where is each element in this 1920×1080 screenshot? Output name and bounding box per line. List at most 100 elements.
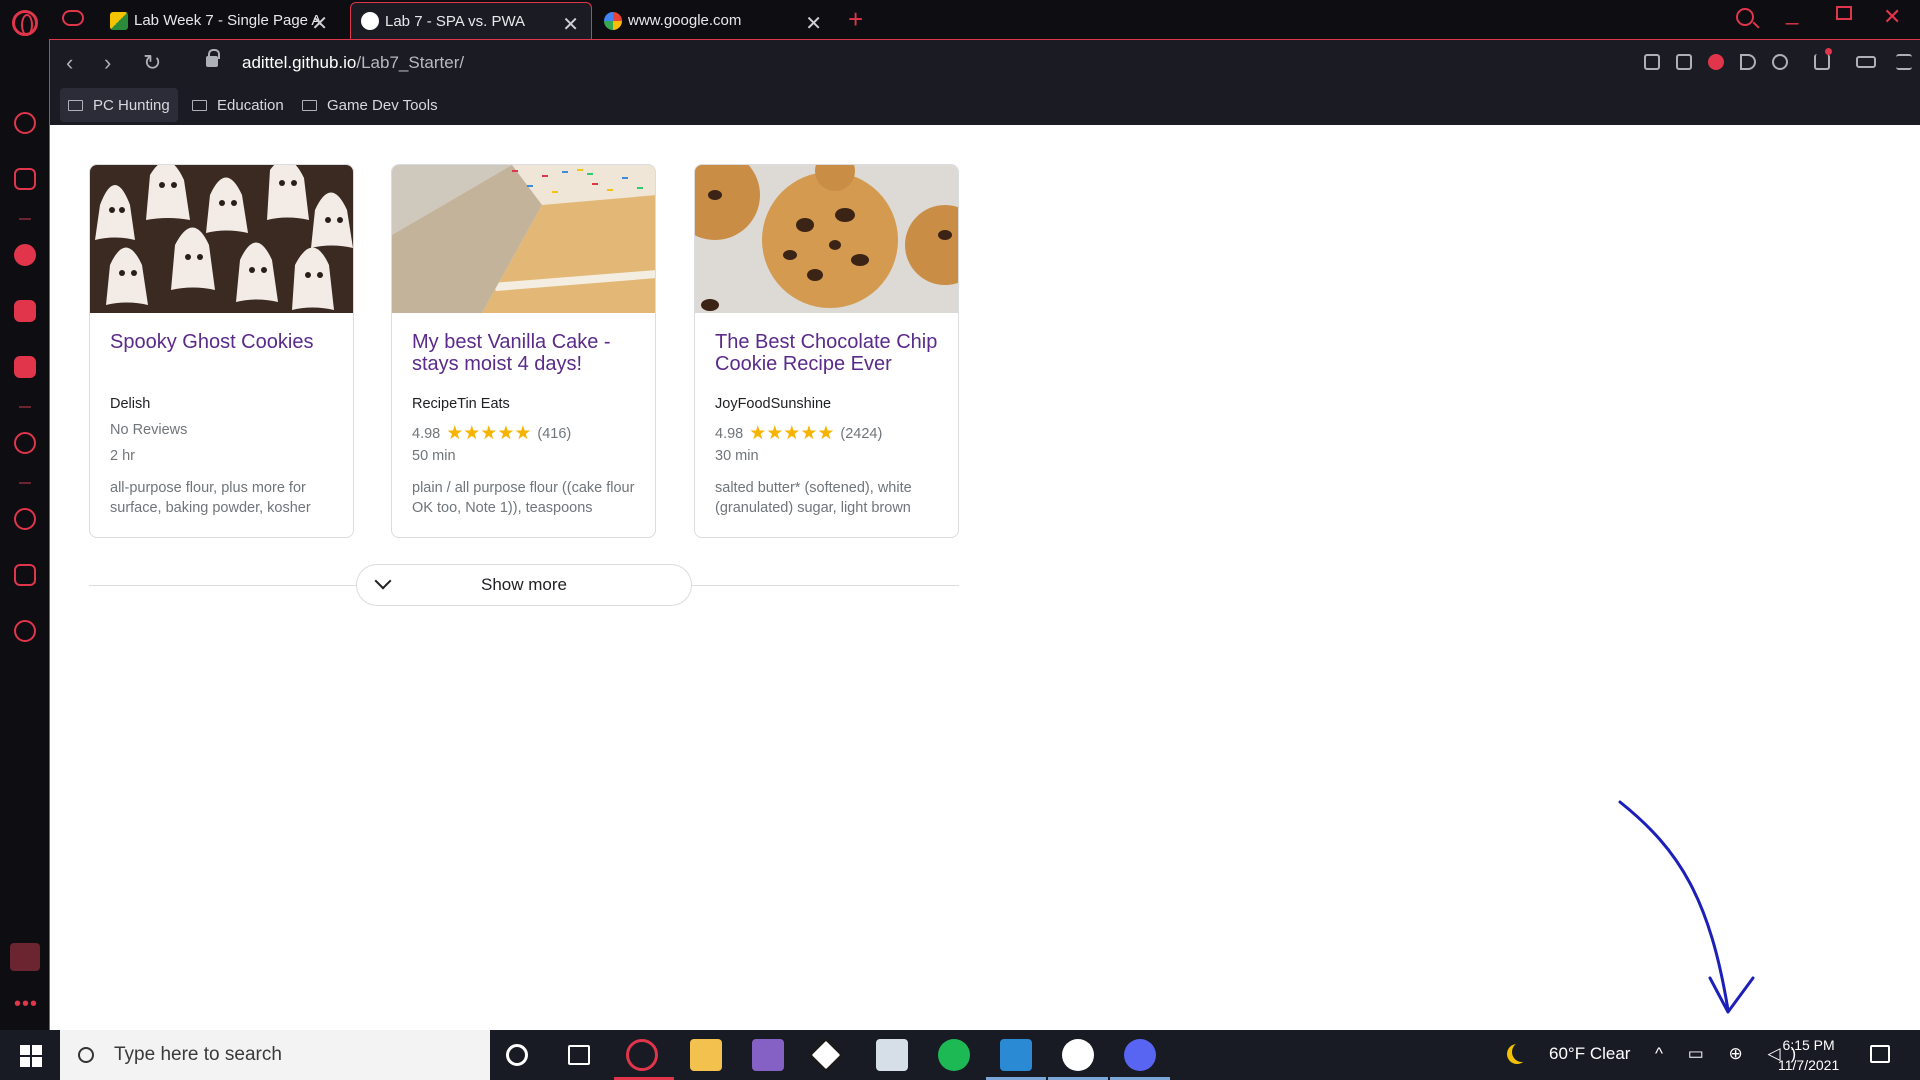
moon-weather-icon xyxy=(1512,1042,1532,1062)
tab-close-icon[interactable]: ✕ xyxy=(562,12,579,37)
folder-icon xyxy=(68,99,83,111)
paint-icon[interactable] xyxy=(876,1039,908,1071)
recipe-time: 2 hr xyxy=(110,448,135,464)
extensions-cube-icon[interactable] xyxy=(14,564,36,586)
recipe-card[interactable]: The Best Chocolate Chip Cookie Recipe Ev… xyxy=(694,164,959,538)
tab-google[interactable]: www.google.com ✕ xyxy=(594,2,834,39)
easy-setup-icon[interactable] xyxy=(1896,54,1912,70)
url-path: /Lab7_Starter/ xyxy=(356,53,465,72)
messenger-icon[interactable] xyxy=(14,244,36,266)
tab-lab-week-7[interactable]: Lab Week 7 - Single Page A ✕ xyxy=(100,2,340,39)
rating-value: 4.98 xyxy=(715,425,744,442)
camera-icon[interactable] xyxy=(1676,54,1692,70)
discord-icon[interactable] xyxy=(14,356,36,378)
battery-saver-icon[interactable] xyxy=(1856,56,1876,68)
recipe-ingredients: salted butter* (softened), white (granul… xyxy=(715,480,912,516)
more-options-icon[interactable]: ••• xyxy=(14,993,38,1016)
tab-favicon-icon xyxy=(110,11,128,30)
player-icon[interactable] xyxy=(14,432,36,454)
sidebar-separator xyxy=(19,482,31,484)
back-button[interactable]: ‹ xyxy=(66,50,73,76)
search-tabs-icon[interactable] xyxy=(1736,8,1754,26)
send-icon[interactable] xyxy=(1740,54,1756,70)
gx-control-icon[interactable] xyxy=(62,10,84,26)
bookmark-label: Game Dev Tools xyxy=(327,96,438,114)
sidebar-separator xyxy=(19,406,31,408)
folder-icon xyxy=(192,99,207,111)
recipe-title[interactable]: The Best Chocolate Chip Cookie Recipe Ev… xyxy=(715,331,943,375)
url-field[interactable]: adittel.github.io/Lab7_Starter/ xyxy=(242,53,464,73)
speed-dial-icon[interactable] xyxy=(14,112,36,134)
tab-title: www.google.com xyxy=(628,12,742,29)
download-icon[interactable] xyxy=(1814,54,1830,70)
cortana-icon[interactable] xyxy=(506,1044,528,1066)
pin-sidebar-icon[interactable] xyxy=(10,943,40,971)
forward-button[interactable]: › xyxy=(104,50,111,76)
reload-button[interactable]: ↻ xyxy=(143,50,161,76)
settings-gear-icon[interactable] xyxy=(14,620,36,642)
clock-time: 6:15 PM xyxy=(1782,1037,1835,1053)
recipe-title[interactable]: My best Vanilla Cake - stays moist 4 day… xyxy=(412,331,640,375)
recipe-ingredients: all-purpose flour, plus more for surface… xyxy=(110,480,311,516)
ad-blocker-shield-icon[interactable] xyxy=(1708,54,1724,70)
clock-date: 11/7/2021 xyxy=(1778,1057,1840,1073)
lock-icon[interactable] xyxy=(206,49,220,67)
recipe-time: 30 min xyxy=(715,448,759,464)
browser-title-bar: Lab Week 7 - Single Page A ✕ Lab 7 - SPA… xyxy=(0,0,1920,39)
folder-icon xyxy=(302,99,317,111)
bookmarks-bar: PC Hunting Education Game Dev Tools xyxy=(50,85,1920,125)
show-more-button[interactable]: Show more xyxy=(356,564,692,606)
recipe-image-chocolate-chip-cookies xyxy=(695,165,958,313)
vscode-icon[interactable] xyxy=(1000,1039,1032,1071)
recipe-rating: 4.98 ★★★★★ (2424) xyxy=(715,422,882,445)
search-placeholder: Type here to search xyxy=(114,1044,282,1065)
windows-start-icon[interactable] xyxy=(20,1045,42,1067)
notifications-icon[interactable] xyxy=(1870,1045,1890,1063)
recipe-title[interactable]: Spooky Ghost Cookies xyxy=(110,331,338,353)
visual-studio-icon[interactable] xyxy=(752,1039,784,1071)
recipe-source: Delish xyxy=(110,396,151,412)
windows-taskbar: Type here to search 60°F Clear ^ ▭ ⊕ ◁) … xyxy=(0,1030,1920,1080)
chevron-down-icon xyxy=(374,572,392,590)
minimize-button[interactable]: _ xyxy=(1786,0,1798,26)
tab-close-icon[interactable]: ✕ xyxy=(311,11,328,36)
bookmark-education[interactable]: Education xyxy=(184,88,292,122)
spotify-icon[interactable] xyxy=(938,1039,970,1071)
recipe-image-ghost-cookies xyxy=(90,165,353,313)
recipe-card[interactable]: My best Vanilla Cake - stays moist 4 day… xyxy=(391,164,656,538)
taskbar-clock[interactable]: 6:15 PM 11/7/2021 xyxy=(1778,1035,1839,1075)
google-icon xyxy=(604,11,622,30)
discord-taskbar-icon[interactable] xyxy=(1124,1039,1156,1071)
new-tab-button[interactable]: + xyxy=(848,4,863,35)
opera-menu-icon[interactable] xyxy=(12,10,38,36)
share-icon[interactable] xyxy=(1644,54,1660,70)
close-window-button[interactable]: ✕ xyxy=(1883,4,1901,30)
bookmark-game-dev-tools[interactable]: Game Dev Tools xyxy=(294,88,446,122)
github-desktop-icon[interactable] xyxy=(807,1036,845,1074)
gx-corner-icon[interactable] xyxy=(14,168,36,190)
bookmark-pc-hunting[interactable]: PC Hunting xyxy=(60,88,178,122)
bookmark-label: Education xyxy=(217,96,284,114)
heart-icon[interactable] xyxy=(1772,54,1788,70)
instagram-icon[interactable] xyxy=(14,300,36,322)
tab-lab-7-spa-vs-pwa[interactable]: Lab 7 - SPA vs. PWA ✕ xyxy=(350,2,592,39)
recipe-card[interactable]: Spooky Ghost Cookies Delish No Reviews 2… xyxy=(89,164,354,538)
review-count: (416) xyxy=(537,425,572,442)
tab-close-icon[interactable]: ✕ xyxy=(805,11,822,36)
tab-title: Lab Week 7 - Single Page A xyxy=(134,12,322,29)
star-rating-icon: ★★★★★ xyxy=(749,423,835,444)
file-explorer-icon[interactable] xyxy=(690,1039,722,1071)
maximize-button[interactable] xyxy=(1836,6,1852,20)
taskbar-search-box[interactable]: Type here to search xyxy=(60,1030,490,1080)
recipe-rating: 4.98 ★★★★★ (416) xyxy=(412,422,571,445)
globe-icon xyxy=(361,12,379,30)
browser-sidebar: ••• xyxy=(0,39,50,1030)
weather-widget[interactable]: 60°F Clear xyxy=(1549,1044,1630,1064)
rating-value: 4.98 xyxy=(412,425,441,442)
history-icon[interactable] xyxy=(14,508,36,530)
weather-text: 60°F Clear xyxy=(1549,1044,1631,1063)
task-view-icon[interactable] xyxy=(568,1045,590,1065)
opera-gx-taskbar-icon[interactable] xyxy=(626,1039,658,1071)
search-icon xyxy=(78,1047,94,1063)
slack-icon[interactable] xyxy=(1062,1039,1094,1071)
